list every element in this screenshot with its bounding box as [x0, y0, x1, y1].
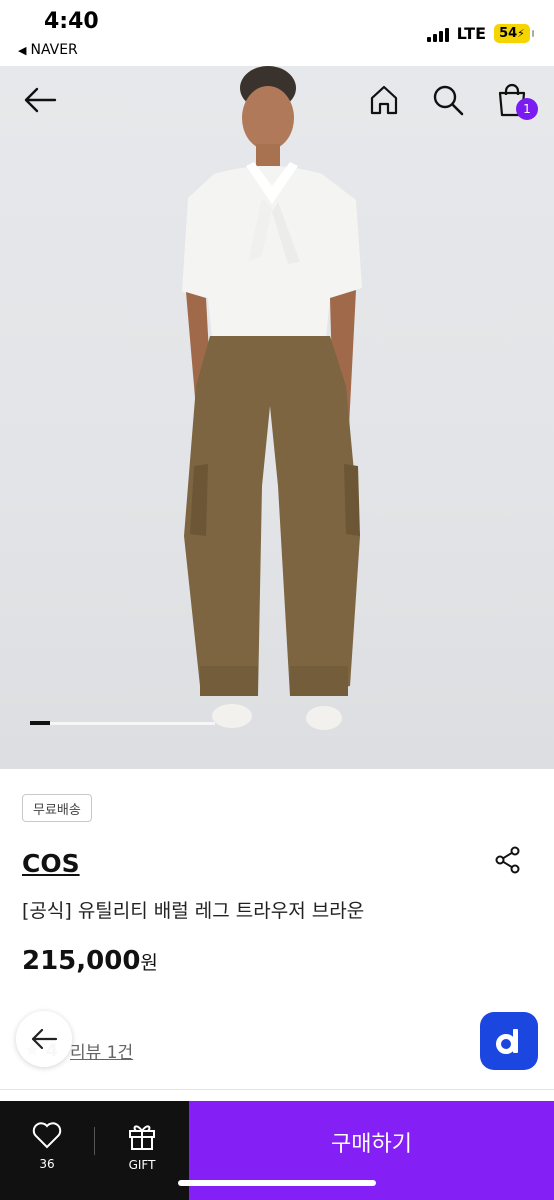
signal-icon [426, 26, 449, 42]
floating-d-button[interactable] [480, 1012, 538, 1070]
home-button[interactable] [364, 80, 404, 120]
gift-icon [129, 1125, 155, 1150]
network-label: LTE [456, 24, 486, 43]
free-shipping-badge: 무료배송 [22, 794, 92, 822]
product-price: 215,000 원 [22, 946, 158, 976]
gallery-progress-track [30, 722, 215, 725]
gallery-progress-active [30, 721, 50, 725]
review-count-link[interactable]: 리뷰 1건 [70, 1038, 133, 1063]
back-triangle-icon: ◀ [18, 43, 27, 57]
brand-link[interactable]: COS [22, 849, 80, 878]
status-back-app-label: NAVER [30, 42, 78, 58]
like-button[interactable]: 36 [0, 1101, 94, 1200]
price-value: 215,000 [22, 946, 141, 976]
status-bar: 4:40 ◀ NAVER LTE 54 ⚡ [0, 0, 554, 66]
home-indicator [178, 1180, 376, 1186]
d-logo-icon [496, 1029, 518, 1054]
search-button[interactable] [428, 80, 468, 120]
status-back-to-app[interactable]: ◀ NAVER [18, 42, 78, 58]
price-unit: 원 [140, 952, 158, 974]
like-count: 36 [39, 1157, 55, 1171]
status-indicators: LTE 54 ⚡ [426, 24, 534, 43]
cart-button[interactable]: 1 [492, 80, 538, 120]
battery-icon: 54 ⚡ [494, 24, 534, 43]
section-divider [0, 1089, 554, 1090]
product-image-gallery[interactable]: 1 [0, 66, 554, 769]
product-title: [공식] 유틸리티 배럴 레그 트라우저 브라운 [22, 900, 365, 922]
product-photo [182, 66, 362, 730]
status-time: 4:40 [44, 9, 99, 34]
cart-count-badge: 1 [516, 98, 538, 120]
share-button[interactable] [492, 844, 524, 876]
heart-icon [32, 1122, 62, 1149]
gift-label: GIFT [128, 1158, 156, 1172]
back-arrow-icon [31, 1028, 58, 1050]
floating-back-button[interactable] [16, 1011, 72, 1067]
gift-button[interactable]: GIFT [95, 1101, 189, 1200]
home-icon [370, 85, 398, 115]
search-icon [433, 85, 464, 116]
share-icon [495, 846, 520, 874]
back-arrow-icon [24, 87, 57, 113]
back-button[interactable] [20, 80, 60, 120]
battery-level: 54 [499, 26, 518, 41]
product-header: 1 [0, 66, 554, 136]
